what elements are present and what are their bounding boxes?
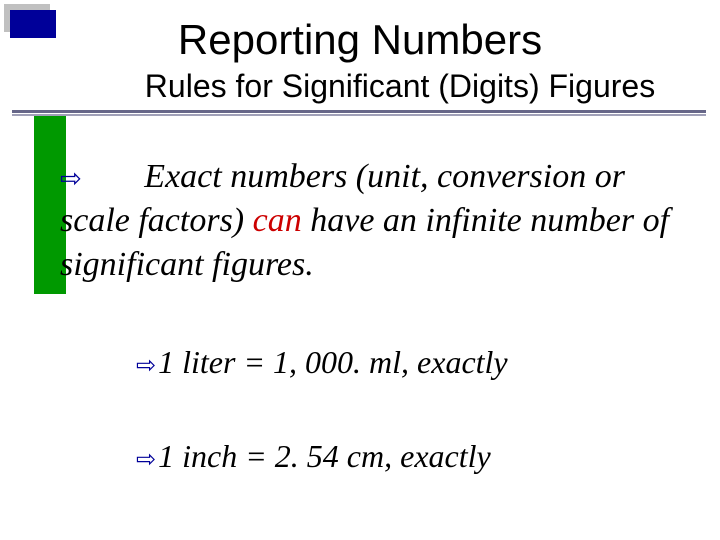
sub-bullet-2: ⇨1 inch = 2. 54 cm, exactly bbox=[136, 438, 696, 475]
page-subtitle: Rules for Significant (Digits) Figures bbox=[0, 68, 720, 105]
arrow-icon: ⇨ bbox=[136, 353, 158, 379]
indent bbox=[102, 158, 145, 195]
sub-bullet-1: ⇨1 liter = 1, 000. ml, exactly bbox=[136, 344, 696, 381]
sub-bullet-text: 1 liter = 1, 000. ml, exactly bbox=[158, 344, 508, 380]
main-bullet: ⇨ Exact numbers (unit, conversion or sca… bbox=[60, 155, 700, 288]
page-title: Reporting Numbers bbox=[0, 16, 720, 64]
divider-line-light bbox=[12, 114, 706, 116]
bullet-can: can bbox=[253, 202, 302, 239]
arrow-icon: ⇨ bbox=[136, 447, 158, 473]
arrow-icon: ⇨ bbox=[60, 164, 102, 193]
divider-line-dark bbox=[12, 110, 706, 113]
sub-bullet-text: 1 inch = 2. 54 cm, exactly bbox=[158, 438, 491, 474]
